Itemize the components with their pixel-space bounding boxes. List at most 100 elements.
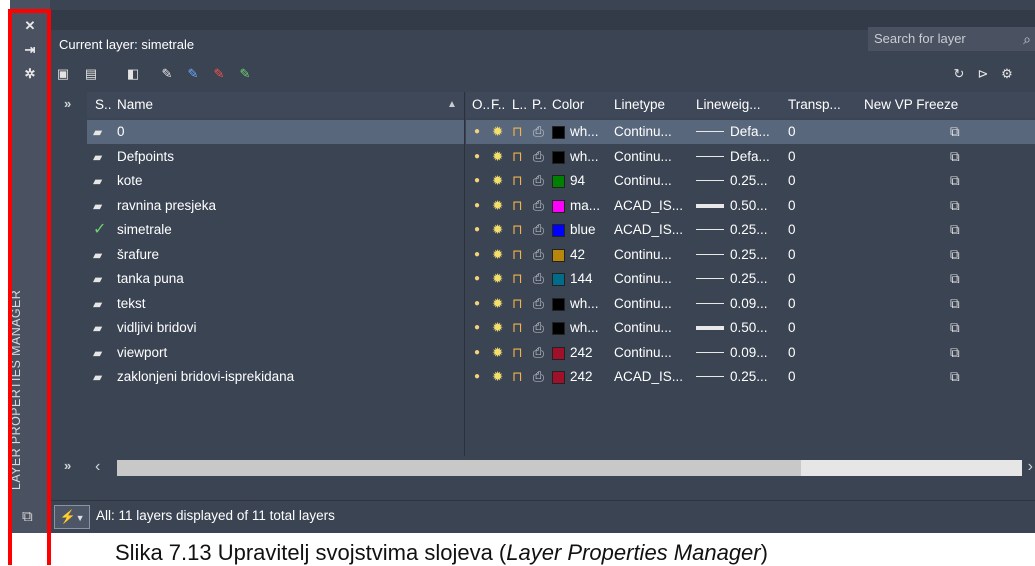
expand-tree-icon-bottom[interactable]: » — [64, 458, 71, 473]
column-header-freeze[interactable]: F.. — [491, 92, 505, 118]
scroll-left-icon[interactable]: ‹ — [95, 458, 100, 476]
color-label[interactable]: wh... — [570, 292, 599, 316]
unlock-icon[interactable]: ⊓ — [512, 243, 523, 267]
linetype-value[interactable]: Continu... — [614, 316, 672, 340]
layer-icon[interactable]: ▰ — [93, 365, 102, 389]
filter-dropdown-button[interactable]: ⚡▼ — [54, 505, 90, 529]
linetype-value[interactable]: Continu... — [614, 341, 672, 365]
delete-layer-icon[interactable]: ✎ — [210, 66, 228, 82]
transparency-value[interactable]: 0 — [788, 292, 796, 316]
layer-icon[interactable]: ▰ — [93, 194, 102, 218]
on-bulb-icon[interactable]: ● — [474, 120, 480, 144]
new-vp-freeze-icon[interactable]: ⧉ — [950, 341, 960, 365]
transparency-value[interactable]: 0 — [788, 365, 796, 389]
color-swatch[interactable] — [552, 150, 565, 164]
plot-icon[interactable]: ⎙ — [533, 218, 544, 242]
color-label[interactable]: wh... — [570, 120, 599, 144]
layer-icon[interactable]: ▰ — [93, 316, 102, 340]
layer-name[interactable]: zaklonjeni bridovi-isprekidana — [117, 365, 294, 389]
on-bulb-icon[interactable]: ● — [474, 145, 480, 169]
filter-icon[interactable]: ⊳ — [974, 66, 992, 82]
plot-icon[interactable]: ⎙ — [533, 120, 544, 144]
transparency-value[interactable]: 0 — [788, 267, 796, 291]
plot-icon[interactable]: ⎙ — [533, 316, 544, 340]
unlock-icon[interactable]: ⊓ — [512, 316, 523, 340]
thaw-sun-icon[interactable]: ✹ — [492, 341, 503, 365]
column-header-transparency[interactable]: Transp... — [788, 92, 841, 118]
column-header-status[interactable]: S.. — [95, 92, 112, 118]
lineweight-value[interactable]: 0.09... — [730, 292, 768, 316]
unlock-icon[interactable]: ⊓ — [512, 292, 523, 316]
on-bulb-icon[interactable]: ● — [474, 341, 480, 365]
layer-name[interactable]: kote — [117, 169, 143, 193]
new-property-filter-icon[interactable]: ▣ — [54, 66, 72, 82]
layer-icon[interactable]: ▰ — [93, 243, 102, 267]
color-label[interactable]: 242 — [570, 341, 593, 365]
thaw-sun-icon[interactable]: ✹ — [492, 365, 503, 389]
plot-icon[interactable]: ⎙ — [533, 292, 544, 316]
linetype-value[interactable]: ACAD_IS... — [614, 218, 683, 242]
layer-row[interactable]: ▰ viewport — [87, 341, 464, 365]
layer-row[interactable]: ▰ tanka puna — [87, 267, 464, 291]
linetype-value[interactable]: Continu... — [614, 292, 672, 316]
layer-row[interactable]: ▰ 0 — [87, 120, 464, 144]
thaw-sun-icon[interactable]: ✹ — [492, 316, 503, 340]
layer-icon[interactable]: ▰ — [93, 341, 102, 365]
thaw-sun-icon[interactable]: ✹ — [492, 145, 503, 169]
layer-row[interactable]: ▰ tekst — [87, 292, 464, 316]
color-swatch[interactable] — [552, 273, 565, 286]
refresh-icon[interactable]: ↻ — [950, 66, 968, 82]
filter-tree-collapsed[interactable]: » » — [50, 90, 84, 510]
new-vp-freeze-icon[interactable]: ⧉ — [950, 145, 960, 169]
column-header-linetype[interactable]: Linetype — [614, 92, 665, 118]
layer-row[interactable]: ✓ simetrale — [87, 218, 464, 242]
layer-name[interactable]: tanka puna — [117, 267, 184, 291]
unlock-icon[interactable]: ⊓ — [512, 169, 523, 193]
current-layer-check-icon[interactable]: ✓ — [93, 218, 106, 242]
settings-gear-icon[interactable]: ⚙ — [998, 66, 1016, 82]
column-header-lineweight[interactable]: Lineweig... — [696, 92, 761, 118]
transparency-value[interactable]: 0 — [788, 169, 796, 193]
layer-name[interactable]: Defpoints — [117, 145, 174, 169]
new-vp-freeze-icon[interactable]: ⧉ — [950, 194, 960, 218]
layer-row[interactable]: ▰ šrafure — [87, 243, 464, 267]
layer-row[interactable]: ▰ Defpoints — [87, 145, 464, 169]
on-bulb-icon[interactable]: ● — [474, 243, 480, 267]
plot-icon[interactable]: ⎙ — [533, 169, 544, 193]
unlock-icon[interactable]: ⊓ — [512, 120, 523, 144]
plot-icon[interactable]: ⎙ — [533, 341, 544, 365]
layer-name[interactable]: 0 — [117, 120, 125, 144]
plot-icon[interactable]: ⎙ — [533, 145, 544, 169]
unlock-icon[interactable]: ⊓ — [512, 145, 523, 169]
linetype-value[interactable]: Continu... — [614, 120, 672, 144]
transparency-value[interactable]: 0 — [788, 120, 796, 144]
linetype-value[interactable]: ACAD_IS... — [614, 365, 683, 389]
color-swatch[interactable] — [552, 371, 565, 384]
lineweight-value[interactable]: 0.25... — [730, 267, 768, 291]
thaw-sun-icon[interactable]: ✹ — [492, 292, 503, 316]
linetype-value[interactable]: ACAD_IS... — [614, 194, 683, 218]
transparency-value[interactable]: 0 — [788, 316, 796, 340]
new-group-filter-icon[interactable]: ▤ — [82, 66, 100, 82]
layer-name[interactable]: simetrale — [117, 218, 172, 242]
lineweight-value[interactable]: 0.50... — [730, 316, 768, 340]
lineweight-value[interactable]: Defa... — [730, 145, 770, 169]
color-label[interactable]: 242 — [570, 365, 593, 389]
linetype-value[interactable]: Continu... — [614, 243, 672, 267]
scroll-track[interactable] — [801, 460, 1022, 476]
color-swatch[interactable] — [552, 126, 565, 139]
layer-row[interactable]: ▰ ravnina presjeka — [87, 194, 464, 218]
lineweight-value[interactable]: 0.09... — [730, 341, 768, 365]
column-header-on[interactable]: O.. — [472, 92, 490, 118]
layer-name[interactable]: šrafure — [117, 243, 159, 267]
layer-row[interactable]: ▰ kote — [87, 169, 464, 193]
color-swatch[interactable] — [552, 224, 565, 237]
on-bulb-icon[interactable]: ● — [474, 218, 480, 242]
plot-icon[interactable]: ⎙ — [533, 365, 544, 389]
thaw-sun-icon[interactable]: ✹ — [492, 267, 503, 291]
on-bulb-icon[interactable]: ● — [474, 316, 480, 340]
on-bulb-icon[interactable]: ● — [474, 267, 480, 291]
unlock-icon[interactable]: ⊓ — [512, 341, 523, 365]
new-layer-vp-frozen-icon[interactable]: ✎ — [184, 66, 202, 82]
linetype-value[interactable]: Continu... — [614, 169, 672, 193]
